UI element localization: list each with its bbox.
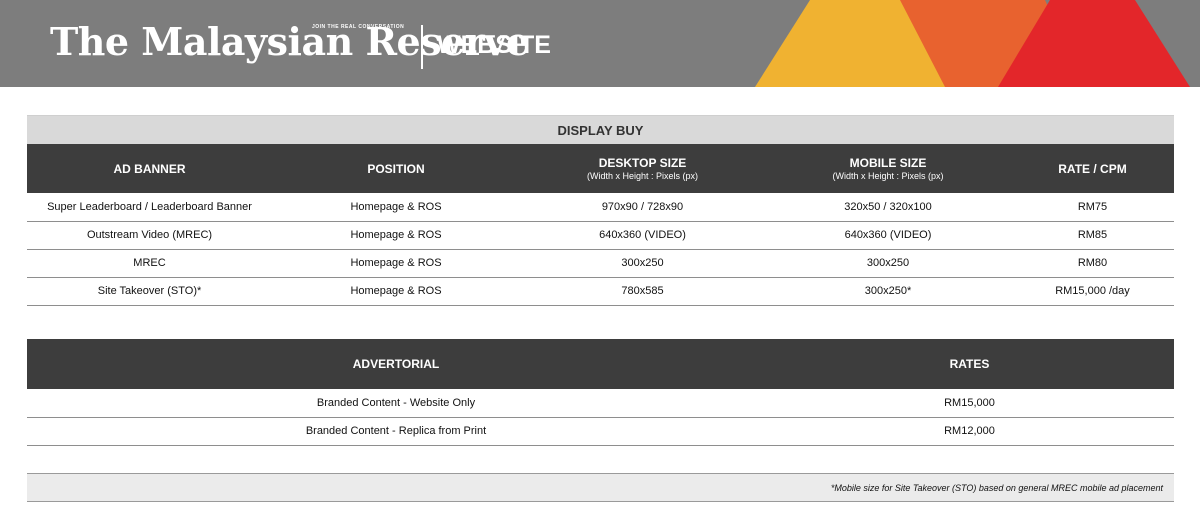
logo-tagline: JOIN THE REAL CONVERSATION — [312, 24, 405, 30]
table-row: Branded Content - Replica from Print RM1… — [27, 417, 1174, 446]
table-cell: Homepage & ROS — [272, 193, 520, 222]
table-cell: 970x90 / 728x90 — [520, 193, 765, 222]
table-cell: 300x250 — [765, 249, 1011, 278]
table-cell: Branded Content - Replica from Print — [27, 417, 765, 446]
table-cell: 780x585 — [520, 277, 765, 306]
table-cell: Homepage & ROS — [272, 277, 520, 306]
column-header-ad-banner: AD BANNER — [27, 144, 272, 193]
table-cell: RM85 — [1011, 221, 1174, 250]
advertorial-table: ADVERTORIAL RATES Branded Content - Webs… — [27, 339, 1174, 446]
header-divider — [421, 25, 423, 69]
table-cell: RM75 — [1011, 193, 1174, 222]
display-buy-table: DISPLAY BUY AD BANNER POSITION DESKTOP S… — [27, 115, 1174, 306]
column-header-rate: RATE / CPM — [1011, 144, 1174, 193]
column-header-rates: RATES — [765, 339, 1174, 389]
table-row: MREC Homepage & ROS 300x250 300x250 RM80 — [27, 249, 1174, 278]
table-cell: Homepage & ROS — [272, 221, 520, 250]
table-row: Site Takeover (STO)* Homepage & ROS 780x… — [27, 277, 1174, 306]
table-cell: 300x250 — [520, 249, 765, 278]
table-row: Branded Content - Website Only RM15,000 — [27, 389, 1174, 418]
decorative-triangles — [755, 0, 1200, 87]
table-cell: 640x360 (VIDEO) — [520, 221, 765, 250]
column-header-mobile-size: MOBILE SIZE (Width x Height : Pixels (px) — [765, 144, 1011, 193]
table-cell: RM15,000 /day — [1011, 277, 1174, 306]
page-header: The Malaysian Reserve JOIN THE REAL CONV… — [0, 0, 1200, 87]
table-cell: Super Leaderboard / Leaderboard Banner — [27, 193, 272, 222]
section-title: WEBSITE — [437, 31, 551, 59]
table-cell: RM80 — [1011, 249, 1174, 278]
column-header-advertorial: ADVERTORIAL — [27, 339, 765, 389]
table-cell: RM12,000 — [765, 417, 1174, 446]
table-cell: Branded Content - Website Only — [27, 389, 765, 418]
table-cell: MREC — [27, 249, 272, 278]
table-header-row: ADVERTORIAL RATES — [27, 339, 1174, 389]
table-cell: 320x50 / 320x100 — [765, 193, 1011, 222]
table-cell: Outstream Video (MREC) — [27, 221, 272, 250]
table-cell: 640x360 (VIDEO) — [765, 221, 1011, 250]
column-header-position: POSITION — [272, 144, 520, 193]
table-row: Super Leaderboard / Leaderboard Banner H… — [27, 193, 1174, 222]
table-header-row: AD BANNER POSITION DESKTOP SIZE (Width x … — [27, 144, 1174, 193]
table-caption: DISPLAY BUY — [27, 115, 1174, 144]
table-cell: Homepage & ROS — [272, 249, 520, 278]
table-row: Outstream Video (MREC) Homepage & ROS 64… — [27, 221, 1174, 250]
footnote-bar: *Mobile size for Site Takeover (STO) bas… — [27, 473, 1174, 502]
table-cell: Site Takeover (STO)* — [27, 277, 272, 306]
table-cell: 300x250* — [765, 277, 1011, 306]
table-cell: RM15,000 — [765, 389, 1174, 418]
column-header-desktop-size: DESKTOP SIZE (Width x Height : Pixels (px… — [520, 144, 765, 193]
footnote: *Mobile size for Site Takeover (STO) bas… — [830, 483, 1163, 493]
